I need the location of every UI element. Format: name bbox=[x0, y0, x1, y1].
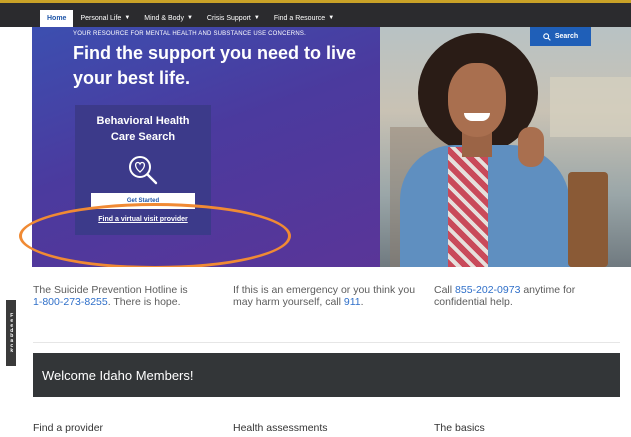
feedback-label: Feedback bbox=[8, 313, 15, 353]
photo-scarf bbox=[448, 147, 488, 267]
care-search-title: Behavioral Health Care Search bbox=[96, 115, 190, 143]
chevron-down-icon: ▼ bbox=[328, 15, 335, 21]
nav-item-label: Find a Resource bbox=[273, 15, 326, 22]
feedback-tab[interactable]: Feedback bbox=[6, 300, 16, 366]
chevron-down-icon: ▼ bbox=[253, 15, 260, 21]
page: Home Personal Life ▼ Mind & Body ▼ Crisi… bbox=[0, 0, 631, 437]
photo-hand bbox=[518, 127, 544, 167]
chevron-down-icon: ▼ bbox=[124, 15, 131, 21]
nav-item-label: Home bbox=[47, 15, 67, 22]
emergency-text: If this is an emergency or you think you… bbox=[233, 284, 416, 308]
search-button[interactable]: Search bbox=[530, 27, 591, 46]
call-prefix: Call bbox=[434, 284, 456, 296]
nav-item-mind-body[interactable]: Mind & Body ▼ bbox=[137, 10, 200, 27]
top-nav-bar: Home Personal Life ▼ Mind & Body ▼ Crisi… bbox=[0, 0, 631, 27]
basics-heading[interactable]: The basics bbox=[434, 422, 485, 434]
hotline-text: The Suicide Prevention Hotline is bbox=[33, 284, 188, 296]
nav-item-label: Mind & Body bbox=[144, 15, 184, 22]
welcome-banner: Welcome Idaho Members! bbox=[33, 353, 620, 397]
photo-bag bbox=[568, 172, 608, 267]
welcome-title: Welcome Idaho Members! bbox=[42, 368, 194, 383]
search-button-label: Search bbox=[554, 33, 579, 40]
chevron-down-icon: ▼ bbox=[186, 15, 193, 21]
hero-tagline: YOUR RESOURCE FOR MENTAL HEALTH AND SUBS… bbox=[73, 31, 306, 37]
hero-headline: Find the support you need to live your b… bbox=[73, 43, 357, 88]
highlight-annotation-oval bbox=[19, 203, 291, 267]
hero-banner: YOUR RESOURCE FOR MENTAL HEALTH AND SUBS… bbox=[0, 27, 631, 267]
hotline-info: The Suicide Prevention Hotline is 1-800-… bbox=[33, 284, 223, 308]
emergency-info: If this is an emergency or you think you… bbox=[233, 284, 433, 308]
nav-item-home[interactable]: Home bbox=[40, 10, 74, 27]
nav-item-label: Personal Life bbox=[80, 15, 122, 22]
emergency-phone-link[interactable]: 911 bbox=[344, 296, 361, 308]
find-provider-heading[interactable]: Find a provider bbox=[33, 422, 103, 434]
main-nav: Home Personal Life ▼ Mind & Body ▼ Crisi… bbox=[40, 10, 341, 27]
section-divider bbox=[33, 342, 620, 343]
nav-item-personal-life[interactable]: Personal Life ▼ bbox=[73, 10, 137, 27]
nav-item-find-a-resource[interactable]: Find a Resource ▼ bbox=[267, 10, 341, 27]
hotline-suffix: . There is hope. bbox=[107, 296, 181, 308]
helpline-phone-link[interactable]: 855-202-0973 bbox=[455, 284, 520, 296]
photo-background-shape bbox=[550, 77, 631, 137]
hero-photo bbox=[380, 27, 631, 267]
confidential-help-info: Call 855-202-0973 anytime for confidenti… bbox=[434, 284, 624, 308]
photo-face bbox=[448, 63, 506, 137]
search-icon bbox=[543, 32, 551, 41]
nav-item-label: Crisis Support bbox=[206, 15, 251, 22]
nav-item-crisis-support[interactable]: Crisis Support ▼ bbox=[200, 10, 267, 27]
photo-smile bbox=[464, 113, 490, 121]
magnifier-heart-icon bbox=[129, 156, 158, 185]
health-assessments-heading[interactable]: Health assessments bbox=[233, 422, 328, 434]
emergency-suffix: . bbox=[360, 296, 364, 308]
hotline-phone-link[interactable]: 1-800-273-8255 bbox=[33, 296, 108, 308]
